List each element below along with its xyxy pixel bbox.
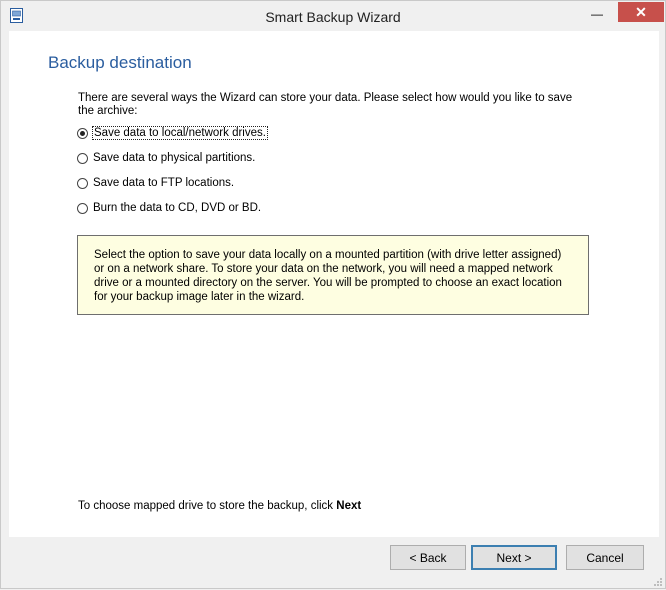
hint-action: Next — [336, 500, 362, 512]
option-local-network[interactable]: Save data to local/network drives. — [77, 125, 268, 141]
info-box: Select the option to save your data loca… — [77, 235, 589, 315]
option-ftp[interactable]: Save data to FTP locations. — [77, 175, 234, 191]
cancel-button[interactable]: Cancel — [566, 545, 644, 570]
wizard-content: Backup destination There are several way… — [9, 31, 659, 537]
intro-text: There are several ways the Wizard can st… — [78, 92, 573, 117]
hint-prefix: To choose mapped drive to store the back… — [78, 500, 337, 512]
window-title: Smart Backup Wizard — [265, 9, 401, 25]
close-icon: ✕ — [635, 4, 647, 20]
radio-icon[interactable] — [77, 177, 88, 189]
wizard-window: Smart Backup Wizard — ✕ Backup destinati… — [0, 0, 666, 589]
page-title: Backup destination — [48, 53, 192, 72]
close-button[interactable]: ✕ — [618, 2, 664, 22]
option-label: Save data to FTP locations. — [93, 177, 235, 189]
option-burn-disc[interactable]: Burn the data to CD, DVD or BD. — [77, 200, 261, 216]
radio-icon[interactable] — [77, 152, 88, 164]
title-bar[interactable]: Smart Backup Wizard — ✕ — [1, 1, 665, 31]
radio-icon[interactable] — [77, 202, 88, 214]
option-label: Save data to physical partitions. — [93, 152, 256, 164]
info-text: Select the option to save your data loca… — [94, 249, 562, 303]
minimize-button[interactable]: — — [584, 7, 610, 23]
option-label: Save data to local/network drives. — [92, 126, 268, 140]
resize-grip-icon[interactable] — [653, 576, 663, 586]
option-label: Burn the data to CD, DVD or BD. — [93, 202, 262, 214]
back-button[interactable]: < Back — [390, 545, 466, 570]
hint-text: To choose mapped drive to store the back… — [78, 500, 361, 512]
next-button[interactable]: Next > — [471, 545, 557, 570]
minimize-icon: — — [591, 7, 603, 21]
radio-selected-icon[interactable] — [77, 127, 88, 139]
option-physical-partitions[interactable]: Save data to physical partitions. — [77, 150, 255, 166]
